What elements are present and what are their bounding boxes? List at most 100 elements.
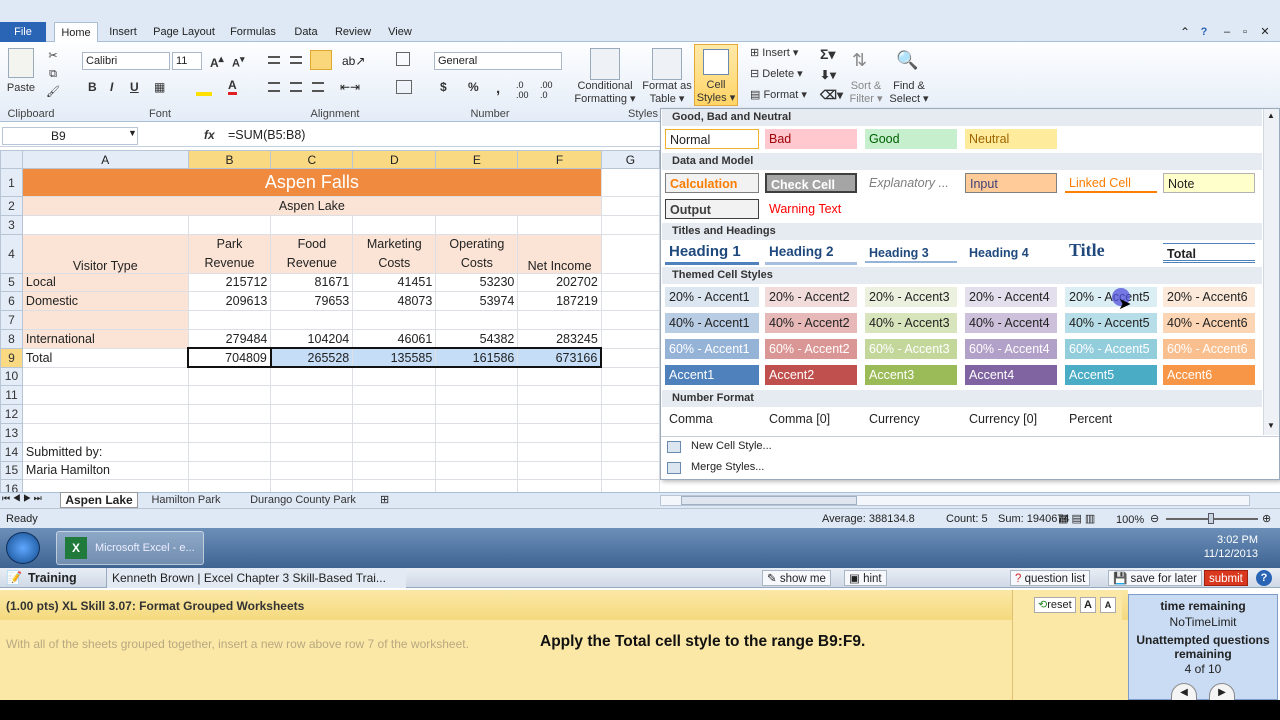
style-60-accent1[interactable]: 60% - Accent1 [665,339,759,359]
window-restore-icon[interactable]: ▫ [1238,22,1252,42]
cell-value[interactable]: 215712 [187,272,272,293]
cell-value[interactable]: 79653 [270,291,354,312]
cell[interactable] [270,422,354,443]
font-decrease-icon[interactable]: A [1100,597,1116,613]
cell-value[interactable]: 283245 [517,328,602,349]
style-normal[interactable]: Normal [665,129,759,149]
style-linked-cell[interactable]: Linked Cell [1065,173,1157,193]
style-60-accent6[interactable]: 60% - Accent6 [1163,339,1255,359]
cell[interactable] [435,385,519,406]
zoom-out-icon[interactable]: ⊖ [1150,512,1159,525]
cell[interactable] [187,385,272,406]
cell[interactable] [600,366,660,387]
sheet-nav-icon[interactable]: ⏮ ◀ ▶ ⏭ [2,493,42,504]
row-header[interactable]: 9 [0,347,23,368]
cell[interactable] [352,404,437,424]
percent-icon[interactable]: % [468,80,479,94]
style-accent1[interactable]: Accent1 [665,365,759,385]
training-help-icon[interactable]: ? [1256,570,1272,586]
cell-value-selected[interactable]: 135585 [352,347,437,369]
cell[interactable] [352,479,437,492]
cell-value[interactable]: 209613 [187,291,272,312]
borders-icon[interactable]: ▦ [154,80,165,94]
cell[interactable] [21,404,189,424]
style-total[interactable]: Total [1163,243,1255,263]
row-header[interactable]: 3 [0,214,23,235]
sheet-tab-hamilton-park[interactable]: Hamilton Park [142,493,230,508]
cell[interactable] [517,366,602,387]
cell[interactable] [600,310,660,330]
row-header[interactable]: 13 [0,422,23,443]
tab-formulas[interactable]: Formulas [224,22,282,42]
insert-sheet-icon[interactable]: ⊞ [380,493,389,506]
formula-input[interactable]: =SUM(B5:B8) [228,128,305,142]
style-20-accent4[interactable]: 20% - Accent4 [965,287,1057,307]
style-title[interactable]: Title [1065,239,1157,263]
cell[interactable] [21,366,189,387]
horizontal-scroll-thumb[interactable] [681,496,857,505]
style-bad[interactable]: Bad [765,129,857,149]
cell[interactable] [352,460,437,481]
style-warning-text[interactable]: Warning Text [765,199,857,219]
header-park-revenue[interactable]: Park Revenue [187,233,272,274]
font-color-icon[interactable]: A [228,78,237,95]
cell[interactable] [187,310,272,330]
style-currency-0[interactable]: Currency [0] [965,409,1057,429]
cell-label[interactable]: Total [21,347,189,368]
style-comma[interactable]: Comma [665,409,759,429]
italic-button[interactable]: I [110,80,113,94]
autosum-icon[interactable]: Σ▾ [820,46,835,63]
format-painter-icon[interactable]: 🖌 [46,86,60,99]
horizontal-scrollbar[interactable] [660,495,1250,506]
currency-icon[interactable]: $ [440,80,447,94]
style-20-accent5[interactable]: 20% - Accent5 [1065,287,1157,307]
row-header[interactable]: 4 [0,233,23,274]
cell[interactable] [270,441,354,462]
bold-button[interactable]: B [88,80,97,94]
style-60-accent5[interactable]: 60% - Accent5 [1065,339,1157,359]
copy-icon[interactable]: ⧉ [46,68,60,81]
underline-button[interactable]: U [130,80,139,94]
find-select-button[interactable]: Find & Select ▾ [888,80,930,106]
shrink-font-icon[interactable]: A▾ [232,54,245,70]
cell[interactable] [600,233,660,274]
cell[interactable] [435,441,519,462]
cell-label[interactable]: Domestic [21,291,189,312]
zoom-in-icon[interactable]: ⊕ [1262,512,1271,525]
style-40-accent4[interactable]: 40% - Accent4 [965,313,1057,333]
style-20-accent6[interactable]: 20% - Accent6 [1163,287,1255,307]
font-size-select[interactable]: 11 [172,52,202,70]
sheet-subtitle[interactable]: Aspen Lake [21,196,602,216]
column-header-e[interactable]: E [435,150,519,169]
clear-icon[interactable]: ⌫▾ [820,88,843,102]
cell[interactable] [21,385,189,406]
style-calculation[interactable]: Calculation [665,173,759,193]
cell-value[interactable]: 46061 [352,328,437,349]
cell[interactable] [435,310,519,330]
font-name-select[interactable]: Calibri [82,52,170,70]
conditional-formatting-button[interactable]: Conditional Formatting ▾ [572,80,638,106]
cell[interactable] [435,366,519,387]
cell[interactable] [517,214,602,235]
sheet-title[interactable]: Aspen Falls [21,168,602,197]
cell-value[interactable]: 53974 [435,291,519,312]
cell[interactable] [187,214,272,235]
format-as-table-button[interactable]: Format as Table ▾ [642,80,692,106]
cell-value[interactable]: 279484 [187,328,272,349]
paste-button[interactable]: Paste [4,82,38,95]
style-accent2[interactable]: Accent2 [765,365,857,385]
header-marketing-costs[interactable]: Marketing Costs [352,233,437,274]
sheet-tab-durango-county-park[interactable]: Durango County Park [236,493,370,508]
align-right-icon[interactable] [312,82,324,92]
style-40-accent6[interactable]: 40% - Accent6 [1163,313,1255,333]
style-20-accent2[interactable]: 20% - Accent2 [765,287,857,307]
row-header[interactable]: 6 [0,291,23,312]
delete-cells-button[interactable]: ⊟ Delete ▾ [750,68,803,81]
cell[interactable] [517,422,602,443]
tab-page-layout[interactable]: Page Layout [148,22,220,42]
style-good[interactable]: Good [865,129,957,149]
indent-icon[interactable]: ⇤⇥ [340,80,360,94]
cell-value-selected[interactable]: 673166 [517,347,603,369]
cell-value[interactable]: 104204 [270,328,354,349]
column-header-b[interactable]: B [187,150,272,169]
